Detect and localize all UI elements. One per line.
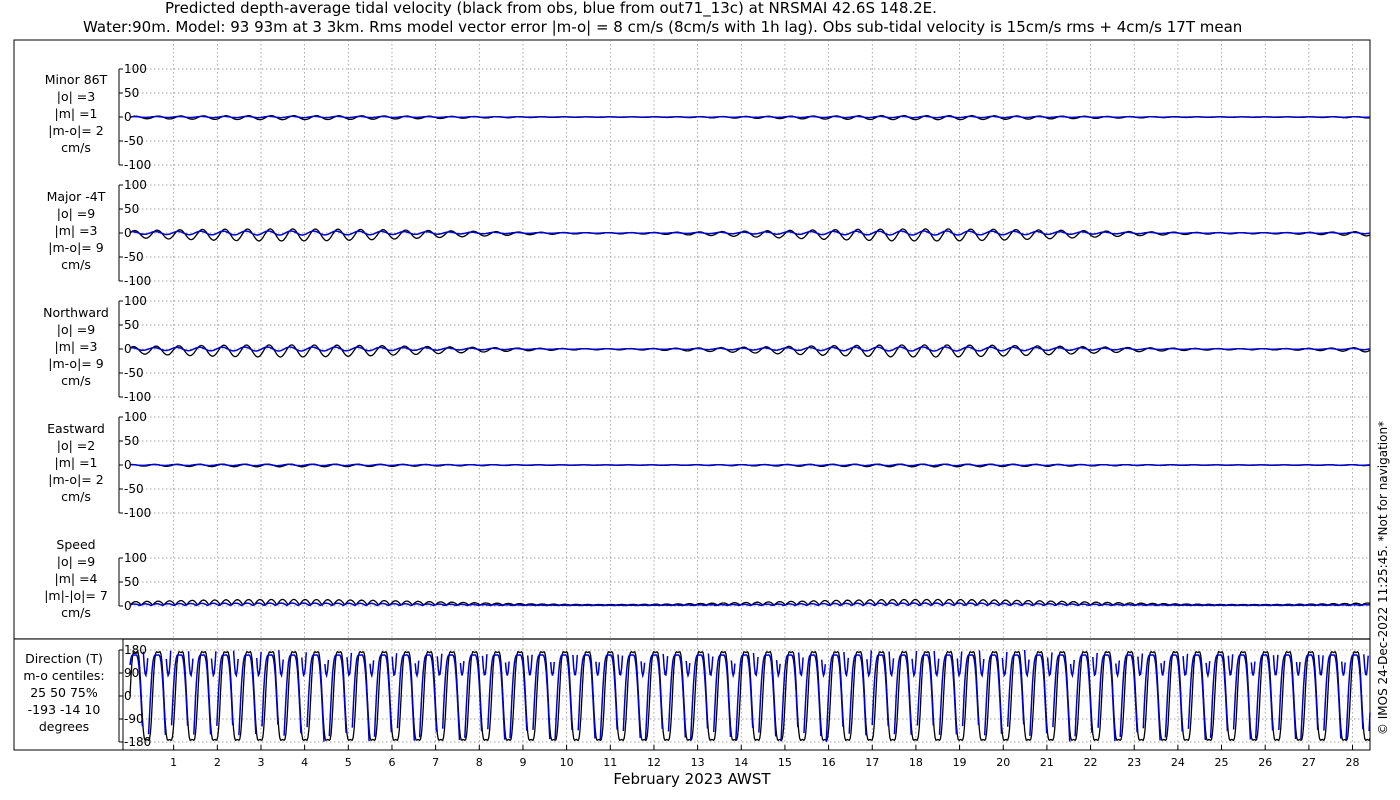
y-tick-label: -50 — [124, 366, 144, 380]
y-tick-label: 0 — [124, 110, 132, 124]
chart-frame — [13, 39, 1371, 751]
x-tick-label: 7 — [432, 756, 439, 769]
panel-label: Major -4T — [47, 189, 106, 204]
x-tick-label: 2 — [214, 756, 221, 769]
y-tick-label: 180 — [124, 643, 147, 657]
y-tick-label: -90 — [124, 712, 144, 726]
panel-label: |m| =4 — [55, 571, 98, 586]
x-tick-label: 21 — [1040, 756, 1054, 769]
panel-label: |m-o|= 9 — [48, 356, 103, 371]
panel-label: cm/s — [61, 140, 91, 155]
x-tick-label: 6 — [388, 756, 395, 769]
y-tick-label: 0 — [124, 226, 132, 240]
panel-label: cm/s — [61, 489, 91, 504]
y-tick-label: 90 — [124, 666, 139, 680]
x-tick-label: 28 — [1346, 756, 1360, 769]
panel-label: |m-o|= 2 — [48, 123, 103, 138]
x-tick-label: 4 — [301, 756, 308, 769]
copyright-note: © IMOS 24-Dec-2022 11:25:45. *Not for na… — [1376, 421, 1390, 735]
x-tick-label: 19 — [953, 756, 967, 769]
panel-label: |m|-|o|= 7 — [44, 588, 108, 603]
x-tick-label: 20 — [996, 756, 1010, 769]
y-tick-label: 100 — [124, 62, 147, 76]
x-tick-label: 1 — [170, 756, 177, 769]
model-series-east — [130, 463, 1370, 467]
x-tick-label: 23 — [1127, 756, 1141, 769]
panel-label: Direction (T) — [25, 651, 103, 666]
obs-series-north — [129, 344, 1371, 358]
x-tick-label: 26 — [1258, 756, 1272, 769]
model-series-minor — [129, 115, 1370, 119]
x-tick-label: 14 — [734, 756, 748, 769]
y-tick-label: 100 — [124, 551, 147, 565]
x-tick-label: 10 — [560, 756, 574, 769]
y-tick-label: -100 — [124, 506, 151, 520]
panel-label: |o| =9 — [57, 554, 96, 569]
panel-label: Northward — [43, 305, 109, 320]
x-tick-label: 16 — [822, 756, 836, 769]
y-tick-label: -100 — [124, 274, 151, 288]
y-tick-label: -50 — [124, 250, 144, 264]
panel-label: cm/s — [61, 257, 91, 272]
y-tick-label: 50 — [124, 434, 139, 448]
panel-label: 25 50 75% — [30, 685, 98, 700]
x-tick-label: 18 — [909, 756, 923, 769]
panel-label: Speed — [56, 537, 95, 552]
panel-label: |o| =9 — [57, 322, 96, 337]
x-tick-label: 8 — [476, 756, 483, 769]
x-tick-label: 11 — [603, 756, 617, 769]
y-tick-label: 0 — [124, 689, 132, 703]
panel-label: |m| =3 — [55, 223, 98, 238]
y-tick-label: 0 — [124, 458, 132, 472]
tidal-velocity-chart: 1 2 3 4 5 6 7 8 9 10 11 12 13 14 15 16 17 18 19 20 21 22 23 24 2… — [13, 39, 1390, 788]
y-tick-label: -50 — [124, 134, 144, 148]
y-tick-label: 50 — [124, 318, 139, 332]
x-tick-label: 27 — [1302, 756, 1316, 769]
panel-label: |o| =3 — [57, 89, 95, 104]
y-tick-label: 50 — [124, 202, 139, 216]
y-tick-label: 0 — [124, 342, 132, 356]
x-tick-label: 17 — [865, 756, 879, 769]
panel-label: |m| =3 — [55, 339, 98, 354]
x-tick-label: 3 — [257, 756, 264, 769]
panel-label: |o| =2 — [57, 438, 95, 453]
panel-label: -193 -14 10 — [28, 702, 101, 717]
panel-label: cm/s — [61, 605, 91, 620]
y-tick-label: -180 — [124, 735, 151, 749]
panel-label: m-o centiles: — [23, 668, 104, 683]
y-tick-label: 100 — [124, 294, 147, 308]
x-tick-label: 9 — [519, 756, 526, 769]
panel-label: |m-o|= 9 — [48, 240, 103, 255]
x-axis-label: February 2023 AWST — [613, 770, 771, 788]
x-tick-label: 24 — [1171, 756, 1185, 769]
panel-label: degrees — [39, 719, 89, 734]
panel-label: |m-o|= 2 — [48, 472, 103, 487]
x-tick-label: 22 — [1084, 756, 1098, 769]
y-tick-label: 50 — [124, 575, 139, 589]
y-tick-label: 50 — [124, 86, 139, 100]
obs-series-speed — [129, 598, 1371, 607]
y-tick-label: -100 — [124, 390, 151, 404]
x-tick-label: 13 — [691, 756, 705, 769]
x-tick-label: 25 — [1215, 756, 1229, 769]
panel-label: |o| =9 — [57, 206, 96, 221]
x-tick-label: 5 — [345, 756, 352, 769]
x-tick-label: 15 — [778, 756, 792, 769]
panel-label: |m| =1 — [55, 106, 98, 121]
y-tick-label: -100 — [124, 158, 151, 172]
y-tick-label: -50 — [124, 482, 144, 496]
y-tick-label: 100 — [124, 410, 147, 424]
panel-label: Minor 86T — [45, 72, 108, 87]
y-tick-label: 100 — [124, 178, 147, 192]
panel-label: |m| =1 — [55, 455, 98, 470]
panel-label: Eastward — [47, 421, 105, 436]
x-tick-label: 12 — [647, 756, 661, 769]
panel-label: cm/s — [61, 373, 91, 388]
y-tick-label: 0 — [124, 599, 132, 613]
